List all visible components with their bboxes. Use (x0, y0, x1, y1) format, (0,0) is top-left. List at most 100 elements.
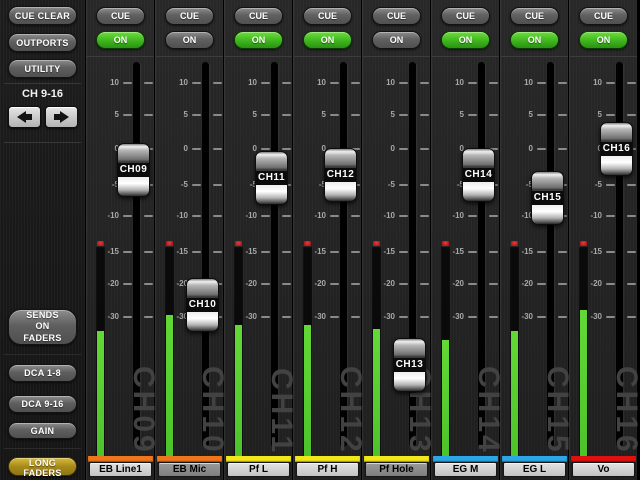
meter-peak-led (580, 241, 587, 246)
scale-tick (558, 316, 567, 318)
cue-button[interactable]: CUE (234, 7, 283, 25)
fader-cap[interactable]: CH09 (117, 143, 150, 197)
gain-button[interactable]: GAIN (8, 422, 77, 439)
scale-tick (468, 215, 477, 217)
left-arrow-icon (17, 111, 32, 123)
scale-tick (399, 82, 408, 84)
channel-name[interactable]: EG L (503, 462, 566, 477)
fader-cap-label: CH11 (256, 171, 287, 185)
next-bank-button[interactable] (45, 106, 78, 128)
meter-fill (304, 325, 311, 456)
channel-name[interactable]: EG M (434, 462, 497, 477)
utility-button[interactable]: UTILITY (8, 59, 77, 78)
scale-tick (468, 316, 477, 318)
scale-tick (420, 114, 429, 116)
cue-button[interactable]: CUE (165, 7, 214, 25)
cue-button[interactable]: CUE (510, 7, 559, 25)
fader-cap[interactable]: CH10 (186, 278, 219, 332)
meter-fill (580, 310, 587, 456)
on-button[interactable]: ON (579, 31, 628, 49)
long-faders-button[interactable]: LONG FADERS (8, 457, 77, 476)
scale-label: 5 (235, 110, 257, 120)
on-button[interactable]: ON (372, 31, 421, 49)
scale-label: -10 (373, 211, 395, 221)
fader-cap[interactable]: CH14 (462, 148, 495, 202)
on-button[interactable]: ON (303, 31, 352, 49)
channel-name[interactable]: Pf L (227, 462, 290, 477)
on-button[interactable]: ON (510, 31, 559, 49)
bank-label: CH 9-16 (0, 88, 85, 100)
on-button[interactable]: ON (96, 31, 145, 49)
strip-divider (570, 56, 637, 57)
scale-tick (420, 283, 429, 285)
strip-divider (294, 56, 361, 57)
scale-tick (537, 114, 546, 116)
cue-clear-button[interactable]: CUE CLEAR (8, 6, 77, 25)
fader-cap[interactable]: CH15 (531, 171, 564, 225)
scale-tick (627, 82, 636, 84)
meter-fill (373, 329, 380, 456)
scale-tick (420, 215, 429, 217)
cue-button[interactable]: CUE (96, 7, 145, 25)
prev-bank-button[interactable] (8, 106, 41, 128)
meter-fill (166, 315, 173, 456)
fader-cap-label: CH15 (532, 191, 563, 205)
scale-label: -5 (304, 180, 326, 190)
scale-tick (606, 316, 615, 318)
channel-number-watermark: CH12 (335, 366, 365, 455)
on-button[interactable]: ON (234, 31, 283, 49)
scale-label: -10 (304, 211, 326, 221)
channel-name[interactable]: Pf H (296, 462, 359, 477)
channel-name[interactable]: Vo (572, 462, 635, 477)
meter-body (442, 248, 449, 456)
dca-1-8-button[interactable]: DCA 1-8 (8, 364, 77, 382)
scale-tick (627, 114, 636, 116)
scale-tick (261, 114, 270, 116)
sends-on-faders-button[interactable]: SENDS ON FADERS (8, 309, 77, 345)
meter-fill (235, 325, 242, 456)
on-button[interactable]: ON (165, 31, 214, 49)
scale-tick (261, 251, 270, 253)
channel-name[interactable]: Pf Hole (365, 462, 428, 477)
strip-divider (501, 56, 568, 57)
fader-cap[interactable]: CH16 (600, 122, 633, 176)
channel-number-watermark: CH15 (542, 366, 572, 455)
cue-button[interactable]: CUE (441, 7, 490, 25)
scale-label: 10 (166, 78, 188, 88)
scale-tick (537, 316, 546, 318)
cue-button[interactable]: CUE (372, 7, 421, 25)
meter-peak-led (373, 241, 380, 246)
dca-9-16-button[interactable]: DCA 9-16 (8, 395, 77, 413)
scale-tick (213, 148, 222, 150)
meter-body (373, 248, 380, 456)
scale-tick (213, 82, 222, 84)
fader-cap[interactable]: CH13 (393, 338, 426, 392)
scale-tick (282, 215, 291, 217)
scale-tick (144, 283, 153, 285)
scale-label: 0 (304, 144, 326, 154)
on-button[interactable]: ON (441, 31, 490, 49)
fader-cap[interactable]: CH11 (255, 151, 288, 205)
scale-tick (192, 148, 201, 150)
scale-label: 5 (511, 110, 533, 120)
meter-peak-led (97, 241, 104, 246)
cue-button[interactable]: CUE (303, 7, 352, 25)
meter-peak-led (235, 241, 242, 246)
scale-label: 10 (511, 78, 533, 88)
scale-tick (282, 251, 291, 253)
scale-tick (399, 215, 408, 217)
channel-strip: CUE ON CH13 CH13 Pf Hole 1050-5-10-15-20… (362, 0, 430, 480)
scale-label: -5 (235, 180, 257, 190)
cue-button[interactable]: CUE (579, 7, 628, 25)
scale-label: -10 (442, 211, 464, 221)
meter-body (235, 248, 242, 456)
channel-name[interactable]: EB Mic (158, 462, 221, 477)
fader-cap[interactable]: CH12 (324, 148, 357, 202)
strip-divider (156, 56, 223, 57)
scale-label: -10 (97, 211, 119, 221)
fader-cap-label: CH14 (463, 168, 494, 182)
scale-label: -5 (373, 180, 395, 190)
channel-strip: CUE ON CH15 CH15 EG L 1050-5-10-15-20-30 (500, 0, 568, 480)
outports-button[interactable]: OUTPORTS (8, 33, 77, 52)
channel-name[interactable]: EB Line1 (89, 462, 152, 477)
